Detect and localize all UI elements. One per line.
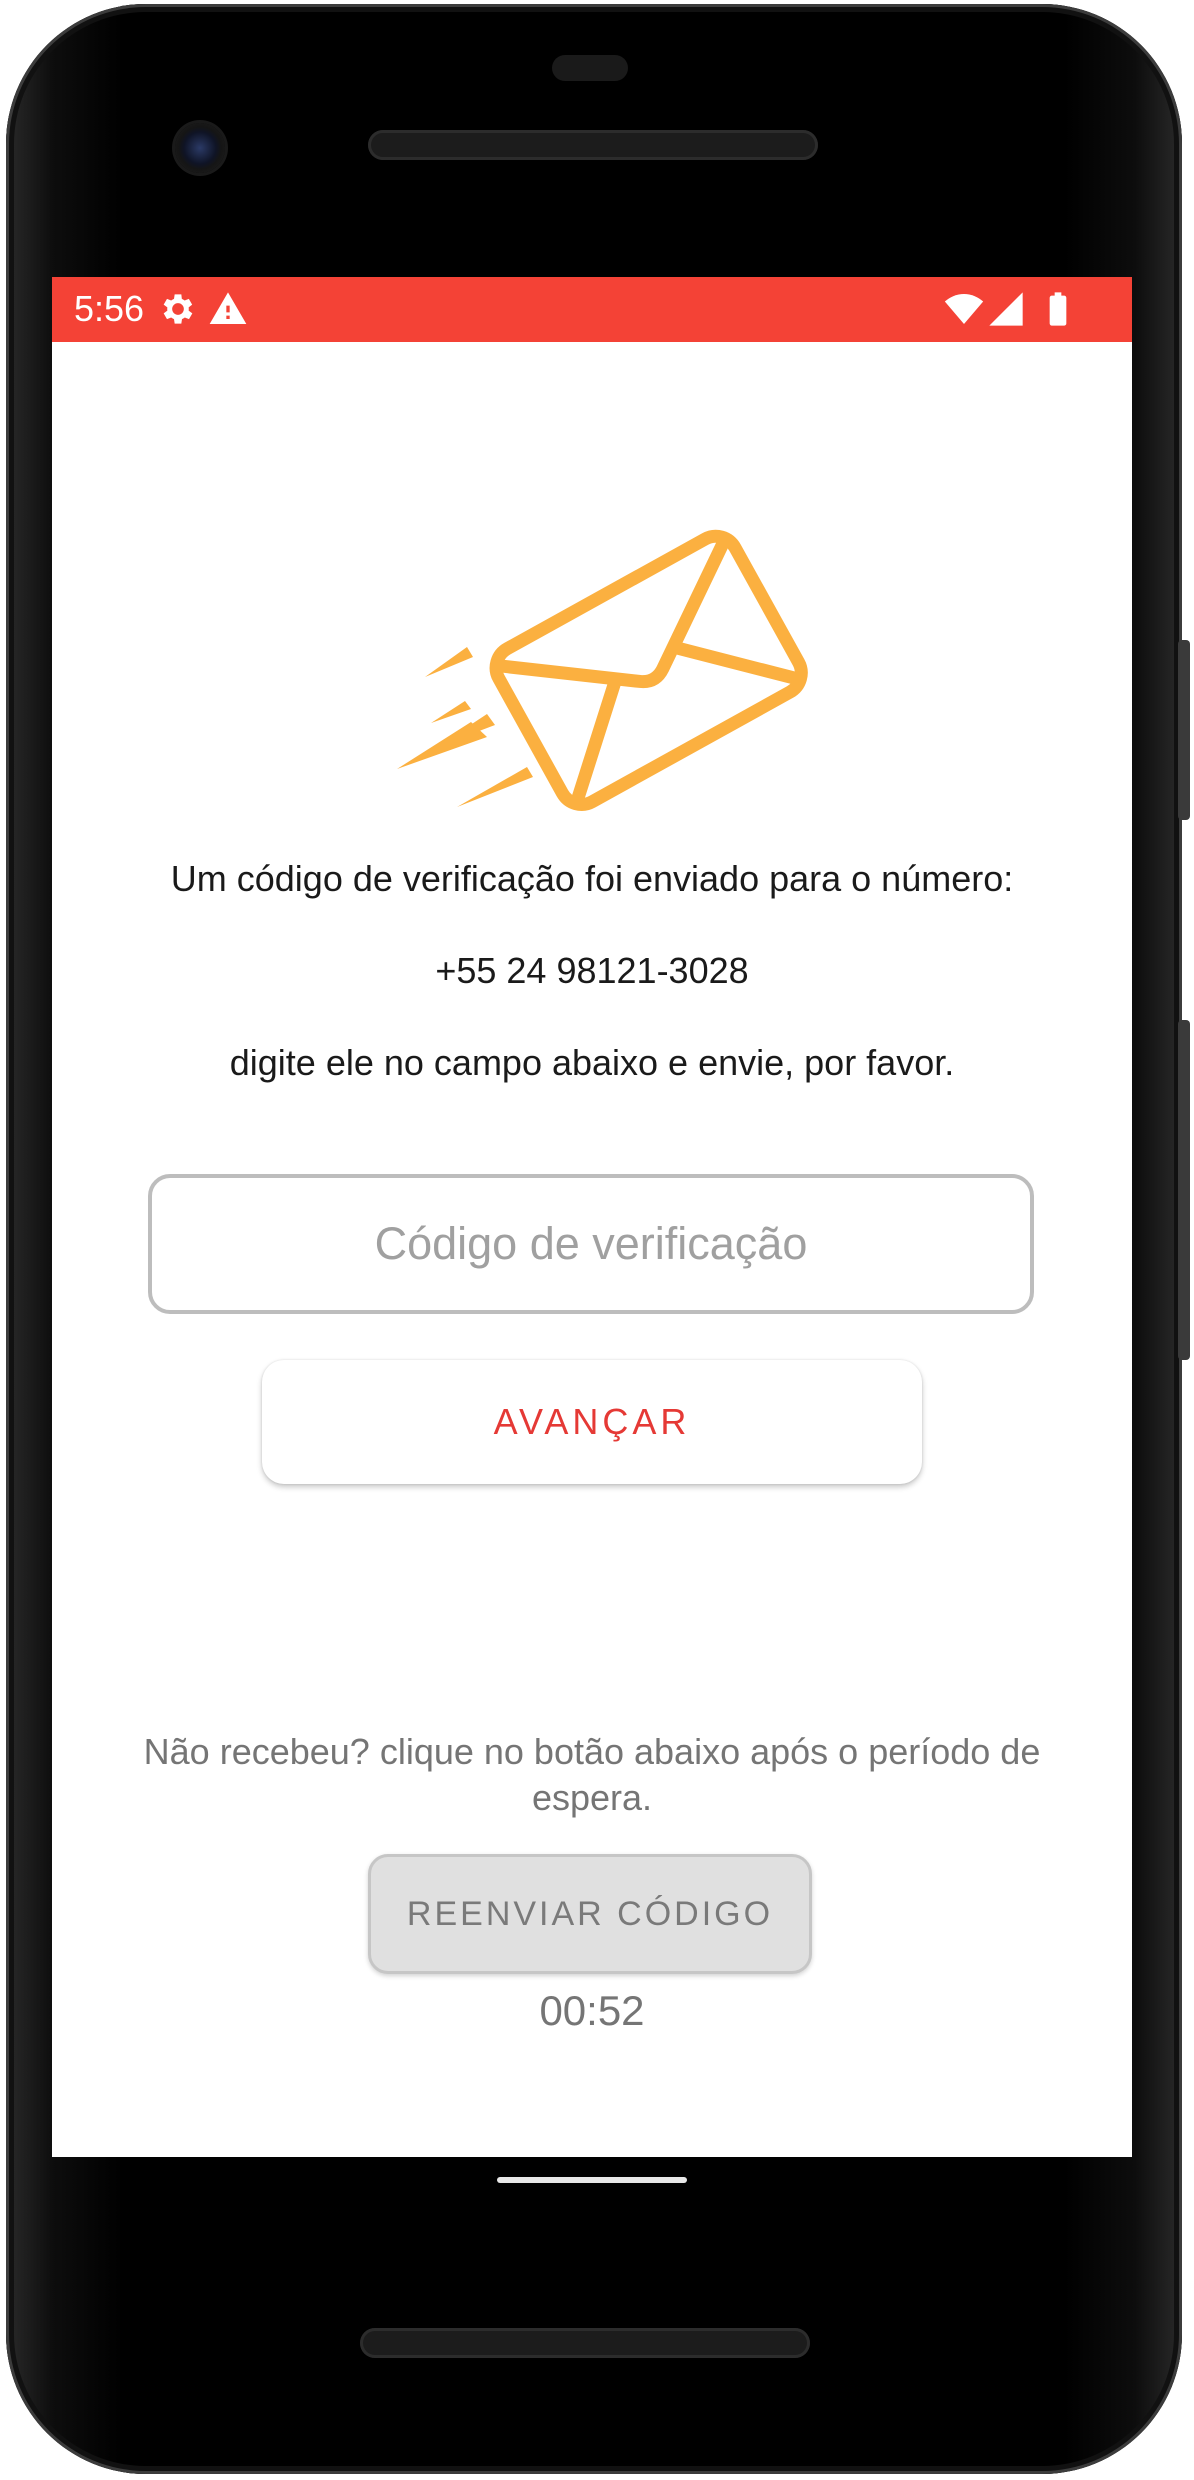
verification-code-input[interactable]: Código de verificação: [148, 1174, 1034, 1314]
countdown-timer: 00:52: [539, 1987, 645, 2034]
resend-hint: Não recebeu? clique no botão abaixo após…: [143, 1731, 1041, 1818]
signal-icon: [989, 292, 1023, 326]
front-camera: [175, 123, 225, 173]
wifi-icon: [944, 294, 984, 324]
phone-number: +55 24 98121-3028: [435, 950, 749, 991]
warning-icon: [209, 292, 247, 324]
app-screen: 5:56 Um código de verificação foi enviad…: [52, 277, 1132, 2157]
message-line-1: Um código de verificação foi enviado par…: [170, 858, 1014, 899]
bottom-speaker-grille: [360, 2328, 810, 2358]
message-line-2: digite ele no campo abaixo e envie, por …: [229, 1042, 955, 1083]
gear-icon: [163, 294, 193, 324]
top-speaker-grille: [368, 130, 818, 160]
home-gesture-bar[interactable]: [497, 2177, 687, 2183]
status-bar: 5:56: [52, 277, 1132, 342]
resend-code-button[interactable]: REENVIAR CÓDIGO: [368, 1854, 812, 1974]
phone-frame: 5:56 Um código de verificação foi enviad…: [0, 0, 1194, 2480]
flying-envelope-icon: [397, 529, 808, 811]
earpiece: [552, 55, 628, 81]
status-time: 5:56: [74, 288, 145, 329]
verification-code-placeholder: Código de verificação: [374, 1218, 808, 1269]
volume-button: [1178, 1020, 1190, 1360]
power-button: [1178, 640, 1190, 820]
advance-button[interactable]: AVANÇAR: [262, 1360, 922, 1484]
battery-icon: [1049, 292, 1067, 326]
